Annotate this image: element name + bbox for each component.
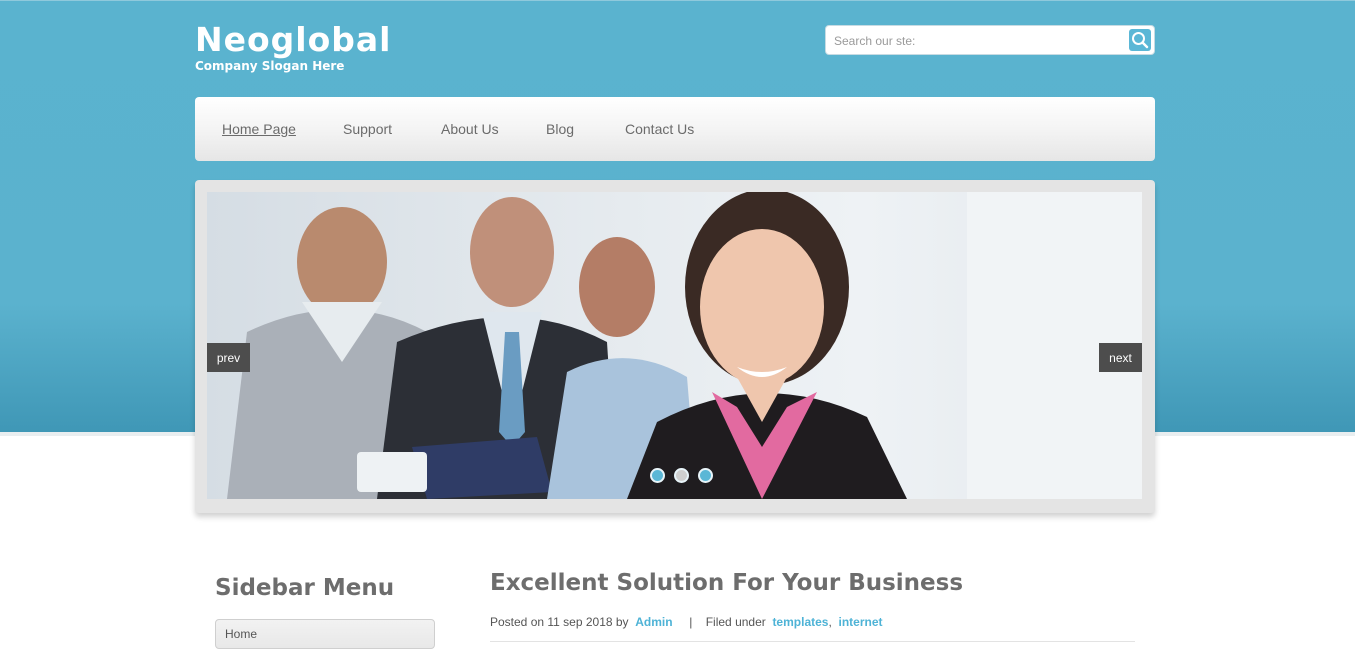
search-button[interactable] (1129, 29, 1151, 51)
slider-next-button[interactable]: next (1099, 343, 1142, 372)
post-divider (490, 641, 1135, 642)
post-posted-on: Posted on 11 sep 2018 by (490, 615, 629, 629)
nav-item-blog[interactable]: Blog (546, 121, 574, 137)
post-title[interactable]: Excellent Solution For Your Business (490, 570, 963, 596)
business-people-photo (227, 192, 1142, 499)
post-meta-separator: | (689, 615, 693, 629)
slider-dot-1[interactable] (650, 468, 665, 483)
post-filed-under: Filed under (705, 615, 766, 629)
nav-item-about-us[interactable]: About Us (441, 121, 499, 137)
sidebar-item-home[interactable]: Home (215, 619, 435, 649)
post-tag-link[interactable]: templates (772, 615, 828, 629)
nav-item-home-page[interactable]: Home Page (222, 121, 296, 137)
search-box (825, 25, 1155, 55)
slider-prev-button[interactable]: prev (207, 343, 250, 372)
slider-dot-2[interactable] (674, 468, 689, 483)
sidebar-title: Sidebar Menu (215, 575, 395, 601)
site-logo-title[interactable]: Neoglobal (195, 20, 391, 59)
image-slider: prev next (195, 180, 1155, 513)
nav-item-contact-us[interactable]: Contact Us (625, 121, 694, 137)
post-tag-separator: , (828, 615, 832, 629)
post-author-link[interactable]: Admin (635, 615, 672, 629)
nav-item-support[interactable]: Support (343, 121, 392, 137)
post-meta: Posted on 11 sep 2018 by Admin | Filed u… (490, 615, 883, 629)
slider-dot-3[interactable] (698, 468, 713, 483)
site-slogan: Company Slogan Here (195, 59, 345, 73)
search-input[interactable] (832, 30, 1126, 52)
post-tag-link[interactable]: internet (838, 615, 882, 629)
search-icon (1132, 32, 1149, 49)
main-nav: Home Page Support About Us Blog Contact … (195, 97, 1155, 161)
slide-image: prev next (207, 192, 1142, 499)
